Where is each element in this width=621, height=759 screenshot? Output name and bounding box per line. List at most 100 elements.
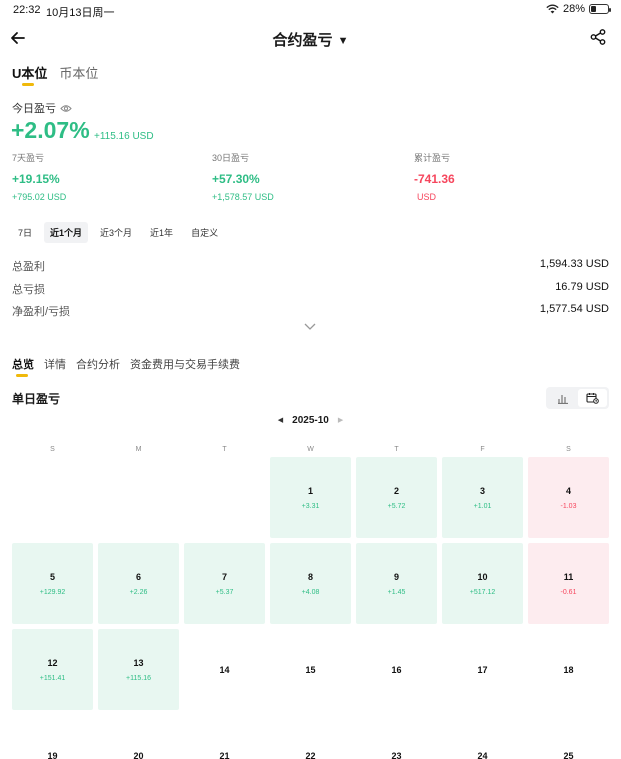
calendar-day[interactable]: 20 [98,715,179,759]
calendar-day[interactable]: 6 +2.26 [98,543,179,624]
calendar-day[interactable]: 12 +151.41 [12,629,93,710]
range-tab-1m[interactable]: 近1个月 [44,222,89,243]
tab-funding-fees[interactable]: 资金费用与交易手续费 [130,356,240,372]
calendar-day[interactable]: 3 +1.01 [442,457,523,538]
stat-30d-label: 30日盈亏 [212,153,250,163]
calendar-day[interactable]: 24 [442,715,523,759]
calendar-day[interactable]: 22 [270,715,351,759]
calendar-day[interactable]: 7 +5.37 [184,543,265,624]
calendar-day[interactable]: 11 -0.61 [528,543,609,624]
daily-pnl-title: 单日盈亏 [12,392,61,406]
range-tab-1y[interactable]: 近1年 [144,222,179,243]
calendar-day-number: 10 [477,571,488,582]
calendar-day-number: 14 [219,664,230,675]
calendar-day[interactable]: 25 [528,715,609,759]
calendar-day[interactable]: 17 [442,629,523,710]
calendar-grid: 1 +3.31 2 +5.72 3 +1.01 4 -1.03 5 +129.92 6 +2.26 7 +… [12,457,609,759]
caret-down-icon: ▼ [337,35,349,47]
calendar-day[interactable]: 18 [528,629,609,710]
calendar-day[interactable]: 9 +1.45 [356,543,437,624]
eye-icon[interactable] [60,104,72,113]
share-icon[interactable] [589,28,607,46]
tab-overview[interactable]: 总览 [12,356,34,377]
stat-cumulative-value: -741.36 [414,172,455,186]
today-pnl-usd: +115.16 USD [94,131,154,142]
bar-chart-view-button[interactable] [548,389,578,407]
tab-contract-analysis[interactable]: 合约分析 [76,356,120,372]
calendar-day[interactable]: 16 [356,629,437,710]
calendar-day[interactable]: 19 [12,715,93,759]
total-loss-value: 16.79 USD [555,281,609,293]
calendar-day-number: 3 [479,485,485,496]
calendar-day[interactable]: 13 +115.16 [98,629,179,710]
calendar-day-number: 12 [47,657,58,668]
calendar-day-number: 6 [135,571,141,582]
status-time: 22:32 [13,4,41,16]
bar-chart-icon [557,394,568,404]
calendar-day-pnl: +3.31 [301,502,320,510]
calendar-day[interactable]: 21 [184,715,265,759]
calendar-day[interactable]: 10 +517.12 [442,543,523,624]
chevron-down-icon[interactable] [302,321,318,333]
month-nav: ◀ 2025-10 ▶ [0,415,621,426]
page-title[interactable]: 合约盈亏 ▼ [0,29,621,50]
total-loss-label: 总亏损 [12,284,45,296]
summary-total-loss: 总亏损 16.79 USD [12,281,609,297]
calendar-view-button[interactable] [577,389,607,407]
calendar-day-pnl: +517.12 [469,588,496,596]
calendar-day[interactable]: 2 +5.72 [356,457,437,538]
total-profit-label: 总盈利 [12,261,45,273]
calendar-day[interactable]: 8 +4.08 [270,543,351,624]
calendar-day[interactable]: 1 +3.31 [270,457,351,538]
calendar-day-number: 8 [307,571,313,582]
weekday-header: S M T W T F S [12,446,609,453]
today-pnl-percent: +2.07% [11,117,90,143]
stat-30d: 30日盈亏 +57.30% +1,578.57 USD [212,151,274,202]
range-tab-3m[interactable]: 近3个月 [94,222,138,243]
tab-details[interactable]: 详情 [44,356,66,372]
range-tab-7d[interactable]: 7日 [12,222,38,243]
weekday-label: F [480,446,485,453]
calendar-day-number: 2 [393,485,399,496]
calendar-day-pnl: +1.01 [473,502,492,510]
nav-header: 合约盈亏 ▼ [0,24,621,52]
weekday-label: S [566,446,571,453]
calendar-day[interactable]: 4 -1.03 [528,457,609,538]
calendar-day[interactable]: 14 [184,629,265,710]
calendar-day-number: 17 [477,664,488,675]
calendar-day-pnl: +129.92 [39,588,66,596]
total-profit-value: 1,594.33 USD [539,258,609,270]
tab-u-margined[interactable]: U本位 [12,63,47,86]
calendar-day-number: 22 [305,750,316,759]
calendar-day-pnl: +1.45 [387,588,406,596]
battery-icon [589,4,611,14]
stat-cumulative: 累计盈亏 -741.36 USD [414,151,455,202]
calendar-day-number: 11 [563,571,574,582]
calendar-day[interactable]: 15 [270,629,351,710]
prev-month-icon[interactable]: ◀ [278,416,283,424]
net-pnl-value: 1,577.54 USD [539,303,609,315]
calendar-day-pnl: +2.26 [129,588,148,596]
tab-coin-margined[interactable]: 币本位 [59,63,98,82]
calendar-day-pnl: -1.03 [560,502,577,510]
weekday-label: W [307,446,314,453]
calendar-day-number: 16 [391,664,402,675]
calendar-day[interactable]: 5 +129.92 [12,543,93,624]
calendar-day-number: 9 [393,571,399,582]
today-pnl-label-row: 今日盈亏 [12,100,72,116]
stat-cumulative-unit: USD [417,192,437,202]
calendar-day-pnl: +5.37 [215,588,234,596]
stat-30d-percent: +57.30% [212,172,260,186]
next-month-icon[interactable]: ▶ [338,416,343,424]
calendar-day-number: 23 [391,750,402,759]
range-tab-custom[interactable]: 自定义 [185,222,224,243]
calendar-day-number: 7 [221,571,227,582]
calendar-day-number: 4 [565,485,571,496]
summary-net: 净盈利/亏损 1,577.54 USD [12,303,609,319]
view-toggle [546,387,609,409]
calendar-day[interactable]: 23 [356,715,437,759]
calendar-icon [586,393,599,404]
calendar-day-number: 24 [477,750,488,759]
calendar-empty-cell [12,457,93,538]
calendar-day-number: 15 [305,664,316,675]
